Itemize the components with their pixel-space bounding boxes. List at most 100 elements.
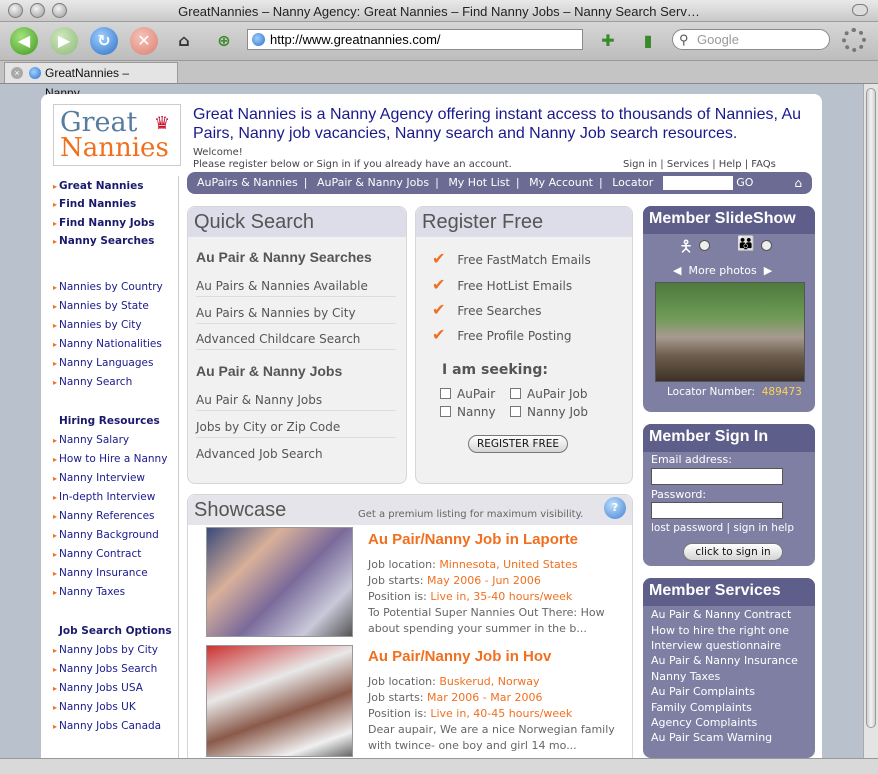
bookmarks-button[interactable]: ▮	[634, 27, 662, 55]
radio-group[interactable]	[761, 240, 772, 251]
add-bookmark-button[interactable]: ✚	[594, 27, 622, 55]
left-link-in-depth-interview[interactable]: ▸ In-depth Interview	[53, 491, 155, 503]
qs-link-available[interactable]: Au Pairs & Nannies Available	[196, 279, 396, 297]
register-free-button[interactable]: REGISTER FREE	[468, 435, 568, 453]
slideshow-photo[interactable]	[655, 282, 805, 382]
tab-greatnannies[interactable]: × GreatNannies – Nanny…	[4, 62, 178, 100]
link-label: How to Hire a Nanny	[59, 453, 168, 465]
stop-button[interactable]: ✕	[130, 27, 158, 55]
service-link[interactable]: Family Complaints	[651, 701, 752, 714]
locator-input[interactable]	[662, 176, 733, 190]
job-title-link[interactable]: Au Pair/Nanny Job in Hov	[368, 648, 551, 665]
aupair-job-checkbox[interactable]: AuPair Job	[510, 387, 587, 401]
back-button[interactable]: ◀	[10, 27, 38, 55]
aupair-checkbox[interactable]: AuPair	[440, 387, 495, 401]
arrow-icon: ▸	[53, 455, 58, 464]
left-link-nanny-jobs-uk[interactable]: ▸ Nanny Jobs UK	[53, 701, 136, 713]
premium-note: Get a premium listing for maximum visibi…	[358, 509, 584, 520]
click-to-sign-in-button[interactable]: click to sign in	[683, 543, 783, 561]
nanny-checkbox[interactable]: Nanny	[440, 405, 496, 419]
left-link-nanny-jobs-usa[interactable]: ▸ Nanny Jobs USA	[53, 682, 143, 694]
signin-title: Member Sign In	[643, 424, 815, 452]
locator-go-button[interactable]: GO	[736, 176, 753, 189]
nav-aupairs-nannies[interactable]: AuPairs & Nannies	[197, 176, 298, 189]
qs-link-by-city[interactable]: Au Pairs & Nannies by City	[196, 306, 396, 324]
left-link-nanny-interview[interactable]: ▸ Nanny Interview	[53, 472, 145, 484]
qs-link-advanced-job-search[interactable]: Advanced Job Search	[196, 447, 396, 464]
search-field[interactable]: ⚲ Google	[672, 29, 830, 50]
services-link[interactable]: Services	[667, 159, 709, 170]
qs-link-jobs-by-city[interactable]: Jobs by City or Zip Code	[196, 420, 396, 438]
password-field[interactable]	[651, 502, 783, 519]
member-services-box: Member Services Au Pair & Nanny Contract…	[643, 578, 815, 758]
qs-link-jobs[interactable]: Au Pair & Nanny Jobs	[196, 393, 396, 411]
left-link-nanny-salary[interactable]: ▸ Nanny Salary	[53, 434, 129, 446]
email-field[interactable]	[651, 468, 783, 485]
toolbar-toggle-button[interactable]	[852, 4, 868, 16]
left-link-nanny-jobs-by-city[interactable]: ▸ Nanny Jobs by City	[53, 644, 158, 656]
service-link[interactable]: Au Pair & Nanny Insurance	[651, 654, 798, 667]
single-person-icon[interactable]: 🯅	[679, 236, 693, 263]
service-link[interactable]: Au Pair Complaints	[651, 685, 755, 698]
help-icon[interactable]: ?	[604, 497, 626, 519]
vertical-scrollbar[interactable]	[863, 84, 878, 758]
close-tab-icon[interactable]: ×	[11, 67, 23, 79]
signin-link[interactable]: Sign in	[623, 159, 657, 170]
locator-value[interactable]: 489473	[762, 386, 802, 398]
url-field[interactable]: http://www.greatnannies.com/	[247, 29, 583, 50]
forward-button[interactable]: ▶	[50, 27, 78, 55]
left-link-nanny-references[interactable]: ▸ Nanny References	[53, 510, 155, 522]
left-link-nanny-background[interactable]: ▸ Nanny Background	[53, 529, 159, 541]
new-tab-button[interactable]: ⊕	[210, 27, 238, 55]
service-link[interactable]: Nanny Taxes	[651, 670, 720, 683]
service-link[interactable]: Au Pair Scam Warning	[651, 731, 772, 744]
left-link-nanny-insurance[interactable]: ▸ Nanny Insurance	[53, 567, 148, 579]
left-link-nanny-languages[interactable]: ▸ Nanny Languages	[53, 357, 153, 369]
left-link-nannies-by-state[interactable]: ▸ Nannies by State	[53, 300, 149, 312]
nav-my-account[interactable]: My Account	[529, 176, 593, 189]
group-icon[interactable]: 👪	[737, 236, 754, 252]
service-link[interactable]: Agency Complaints	[651, 716, 757, 729]
lost-password-link[interactable]: lost password	[651, 522, 723, 534]
qs-link-advanced-childcare[interactable]: Advanced Childcare Search	[196, 332, 396, 350]
scroll-thumb[interactable]	[866, 88, 876, 728]
left-link-how-to-hire[interactable]: ▸ How to Hire a Nanny	[53, 453, 167, 465]
home-icon[interactable]: ⌂	[794, 172, 802, 194]
nanny-job-checkbox[interactable]: Nanny Job	[510, 405, 588, 419]
left-link-nanny-jobs-search[interactable]: ▸ Nanny Jobs Search	[53, 663, 157, 675]
faqs-link[interactable]: FAQs	[751, 159, 776, 170]
job-photo[interactable]	[206, 527, 353, 637]
left-link-great-nannies[interactable]: ▸ Great Nannies	[53, 180, 144, 192]
more-photos-label[interactable]: More photos	[688, 264, 756, 277]
prev-arrow-icon[interactable]: ◀	[673, 264, 681, 277]
more-photos-nav[interactable]: ◀ More photos ▶	[673, 264, 772, 277]
left-link-nanny-searches[interactable]: ▸ Nanny Searches	[53, 235, 154, 247]
left-link-nanny-contract[interactable]: ▸ Nanny Contract	[53, 548, 141, 560]
signin-help-link[interactable]: sign in help	[733, 522, 794, 534]
left-link-find-nannies[interactable]: ▸ Find Nannies	[53, 198, 136, 210]
service-link[interactable]: How to hire the right one	[651, 624, 789, 637]
home-button[interactable]: ⌂	[170, 27, 198, 55]
radio-single[interactable]	[699, 240, 710, 251]
left-link-nanny-taxes[interactable]: ▸ Nanny Taxes	[53, 586, 125, 598]
reload-button[interactable]: ↻	[90, 27, 118, 55]
left-link-nanny-nationalities[interactable]: ▸ Nanny Nationalities	[53, 338, 162, 350]
nav-aupair-nanny-jobs[interactable]: AuPair & Nanny Jobs	[317, 176, 429, 189]
left-link-nanny-search[interactable]: ▸ Nanny Search	[53, 376, 132, 388]
left-link-nannies-by-city[interactable]: ▸ Nannies by City	[53, 319, 142, 331]
help-link[interactable]: Help	[719, 159, 742, 170]
service-link[interactable]: Au Pair & Nanny Contract	[651, 608, 791, 621]
benefit-label: Free Profile Posting	[457, 329, 572, 343]
left-link-nanny-jobs-canada[interactable]: ▸ Nanny Jobs Canada	[53, 720, 161, 732]
loading-spinner-icon	[842, 28, 866, 52]
next-arrow-icon[interactable]: ▶	[764, 264, 772, 277]
left-link-find-nanny-jobs[interactable]: ▸ Find Nanny Jobs	[53, 217, 155, 229]
greatnannies-logo[interactable]: Great ♛ Nannies	[53, 104, 181, 166]
showcase-box: Showcase Get a premium listing for maxim…	[187, 494, 633, 758]
left-link-nannies-by-country[interactable]: ▸ Nannies by Country	[53, 281, 163, 293]
service-link[interactable]: Interview questionnaire	[651, 639, 781, 652]
quick-search-box: Quick Search Au Pair & Nanny Searches Au…	[187, 206, 407, 484]
nav-my-hot-list[interactable]: My Hot List	[448, 176, 510, 189]
job-photo[interactable]	[206, 645, 353, 757]
job-title-link[interactable]: Au Pair/Nanny Job in Laporte	[368, 531, 578, 548]
